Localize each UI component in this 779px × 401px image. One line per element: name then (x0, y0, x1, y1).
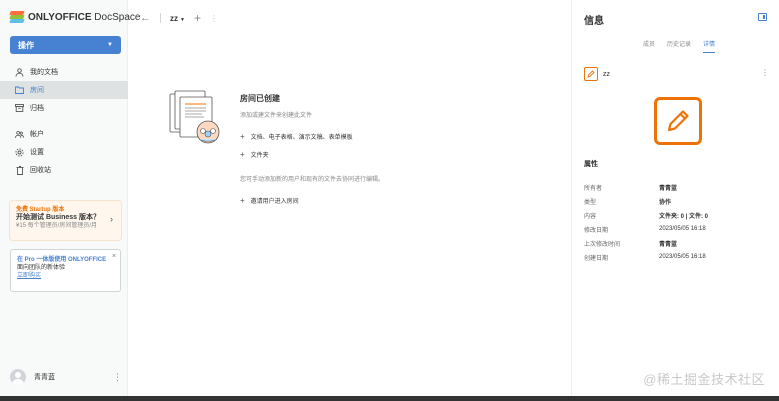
property-row: 修改日期 2023/05/05 16:18 (584, 226, 706, 234)
plus-icon: + (240, 132, 245, 141)
more-vertical-icon[interactable]: ⋮ (113, 372, 122, 383)
empty-state-title: 房间已创建 (240, 94, 280, 103)
trash-icon (15, 165, 24, 175)
room-name: zz (603, 70, 610, 78)
more-vertical-icon[interactable]: ⋮ (761, 68, 769, 77)
properties-title: 属性 (584, 161, 598, 168)
archive-icon (15, 104, 24, 113)
chevron-down-icon: ▼ (180, 16, 185, 23)
room-title[interactable]: zz ▼ (170, 14, 185, 23)
promo-headline: 开始测试 Business 版本？ (16, 214, 101, 221)
info-tabs: 成员 历史记录 详情 (643, 39, 716, 53)
person-icon (15, 67, 24, 77)
property-row: 内容 文件夹: 0 | 文件: 0 (584, 213, 709, 220)
chevron-right-icon: › (110, 214, 113, 224)
sidebar-item-label: 我的文档 (30, 69, 58, 76)
sidebar-nav: 我的文档 房间 归档 帐户 设置 回收站 (0, 63, 128, 179)
create-files-link[interactable]: + 文档、电子表格、演示文稿、表单模板 (240, 132, 400, 141)
promo-title: 免费 Startup 版本 (16, 207, 65, 213)
accounts-icon (15, 130, 24, 139)
property-row: 上次修改时间 青青蓝 (584, 241, 678, 248)
invite-users-link[interactable]: + 邀请用户进入房间 (240, 196, 400, 205)
tab-history[interactable]: 历史记录 (667, 39, 691, 53)
panel-toggle-icon[interactable] (758, 13, 767, 21)
property-row: 创建日期 2023/05/05 16:18 (584, 254, 706, 262)
pro-banner-text: 面向团队的新体验 (17, 265, 66, 271)
folder-icon (15, 86, 24, 95)
actions-button-label: 操作 (18, 40, 34, 50)
pencil-icon (584, 67, 598, 81)
more-vertical-icon[interactable]: ⋮ (210, 14, 218, 23)
sidebar-item-label: 房间 (30, 87, 44, 94)
create-folder-link[interactable]: + 文件夹 (240, 150, 400, 159)
sidebar-item-rooms[interactable]: 房间 (0, 81, 128, 99)
brand-name: ONLYOFFICE DocSpace (28, 11, 141, 23)
sidebar-item-my-documents[interactable]: 我的文档 (0, 63, 128, 81)
sidebar-item-label: 回收站 (30, 167, 51, 174)
empty-room-illustration (168, 90, 224, 146)
properties-list: 所有者 青青蓝 类型 协作 内容 文件夹: 0 | 文件: 0 修改日期 2023/05… (584, 180, 774, 264)
startup-promo-banner[interactable]: 免费 Startup 版本 开始测试 Business 版本？ ¥15 每个管理… (10, 201, 121, 240)
sidebar-item-accounts[interactable]: 帐户 (0, 125, 128, 143)
user-name: 青青蓝 (34, 374, 55, 381)
plus-icon: + (240, 196, 245, 205)
sidebar-item-settings[interactable]: 设置 (0, 143, 128, 161)
room-summary: zz (584, 67, 610, 81)
onlyoffice-logo-icon (9, 11, 25, 23)
logo[interactable]: ONLYOFFICE DocSpace (9, 11, 141, 23)
sidebar: ONLYOFFICE DocSpace 操作 ▼ 我的文档 房间 归档 帐户 设… (0, 0, 140, 396)
sidebar-item-archive[interactable]: 归档 (0, 99, 128, 117)
pro-banner-title: 在 Pro 一体版使用 ONLYOFFICE (17, 257, 107, 263)
chevron-down-icon: ▼ (107, 42, 113, 48)
property-row: 类型 协作 (584, 199, 672, 206)
promo-price: ¥15 每个管理员/房间管理员/月 (16, 223, 98, 229)
empty-state-body: 房间已创建 添加或建文件来创建此文件 + 文档、电子表格、演示文稿、表单模板 + 文… (240, 93, 400, 205)
gear-icon (15, 147, 24, 157)
info-panel: 信息 成员 历史记录 详情 zz ⋮ 属性 所有者 青青蓝 类型 协作 内容 文件夹:… (571, 0, 779, 396)
sidebar-item-label: 设置 (30, 149, 44, 156)
sidebar-item-label: 归档 (30, 105, 44, 112)
actions-button[interactable]: 操作 ▼ (10, 36, 121, 54)
room-logo-pencil-icon (654, 97, 702, 145)
info-panel-title: 信息 (584, 16, 604, 27)
user-profile[interactable]: 青青蓝 ⋮ (10, 367, 122, 387)
divider (160, 13, 161, 23)
avatar (10, 369, 26, 385)
plus-icon[interactable]: + (194, 11, 201, 25)
watermark: @稀土掘金技术社区 (643, 372, 765, 387)
plus-icon: + (240, 150, 245, 159)
bottom-bar (0, 396, 779, 401)
arrow-back-icon[interactable]: ← (140, 12, 151, 24)
sidebar-item-label: 帐户 (30, 131, 44, 138)
pro-banner: × 在 Pro 一体版使用 ONLYOFFICE 面向团队的新体验 立即购买 (10, 249, 121, 292)
empty-state-note: 您可手动添加新的用户和现有的文件去协同进行编辑。 (240, 177, 385, 183)
close-icon[interactable]: × (112, 253, 116, 261)
tab-members[interactable]: 成员 (643, 39, 655, 53)
empty-state-description: 添加或建文件来创建此文件 (240, 113, 313, 119)
property-row: 所有者 青青蓝 (584, 185, 678, 192)
tab-details[interactable]: 详情 (702, 39, 716, 53)
docspace-window: ONLYOFFICE DocSpace 操作 ▼ 我的文档 房间 归档 帐户 设… (0, 0, 779, 401)
room-header: ← zz ▼ + ⋮ (140, 11, 218, 25)
buy-now-link[interactable]: 立即购买 (17, 272, 114, 280)
sidebar-item-trash[interactable]: 回收站 (0, 161, 128, 179)
